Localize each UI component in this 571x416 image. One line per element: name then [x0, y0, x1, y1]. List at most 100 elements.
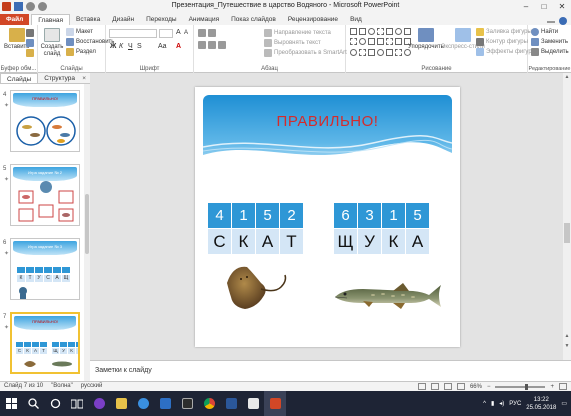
- find-icon: [531, 28, 539, 36]
- font-group-label: Шрифт: [139, 66, 160, 72]
- change-case-button[interactable]: Aa: [158, 43, 167, 50]
- select-button[interactable]: Выделить: [531, 48, 569, 56]
- edge-icon[interactable]: [132, 391, 154, 416]
- reading-view-icon[interactable]: [443, 383, 452, 390]
- align-text-icon: [264, 39, 272, 47]
- tab-outline[interactable]: Структура: [38, 73, 81, 83]
- font-name-box[interactable]: [109, 29, 157, 38]
- font-size-box[interactable]: [159, 29, 173, 38]
- copy-button[interactable]: [26, 39, 34, 47]
- scissors-icon: [26, 29, 34, 37]
- status-bar: Слайд 7 из 10 "Волна" русский 66% − +: [0, 381, 571, 391]
- file-explorer-icon[interactable]: [110, 391, 132, 416]
- tab-transitions[interactable]: Переходы: [140, 14, 183, 25]
- paste-icon: [8, 28, 25, 42]
- bullets-icon: [198, 29, 206, 37]
- tab-animation[interactable]: Анимация: [183, 14, 226, 25]
- network-icon[interactable]: ▮: [491, 400, 494, 407]
- effects-icon: [476, 48, 484, 56]
- text-direction-button[interactable]: Направление текста: [264, 29, 331, 37]
- slideshow-icon[interactable]: [456, 383, 465, 390]
- pane-close-button[interactable]: ×: [82, 73, 90, 83]
- slide-scrollbar[interactable]: ▲ ▲ ▼: [563, 73, 571, 360]
- clock[interactable]: 13:22 25.05.2018: [526, 396, 556, 412]
- replace-button[interactable]: Заменить: [531, 38, 568, 46]
- tab-view[interactable]: Вид: [344, 14, 368, 25]
- font-color-button[interactable]: A: [176, 43, 181, 50]
- volume-icon[interactable]: ◂): [499, 400, 504, 407]
- tray-expand-icon[interactable]: ^: [483, 401, 486, 407]
- minimize-button[interactable]: –: [517, 0, 535, 13]
- layout-button[interactable]: Макет: [66, 28, 93, 36]
- bold-button[interactable]: Ж: [110, 43, 116, 50]
- shadow-button[interactable]: S: [137, 43, 142, 50]
- fit-to-window-icon[interactable]: [559, 383, 567, 390]
- tab-review[interactable]: Рецензирование: [282, 14, 344, 25]
- onenote-icon[interactable]: [242, 391, 264, 416]
- tab-file[interactable]: Файл: [0, 14, 30, 25]
- minimize-ribbon-icon[interactable]: [547, 21, 555, 23]
- language-indicator-tray[interactable]: РУС: [509, 401, 521, 407]
- tab-slides[interactable]: Слайды: [0, 73, 39, 83]
- zoom-in-icon[interactable]: +: [550, 384, 554, 390]
- tab-design[interactable]: Дизайн: [106, 14, 140, 25]
- scroll-up-icon[interactable]: ▲: [563, 74, 571, 80]
- arrange-icon: [417, 28, 434, 42]
- task-view-icon[interactable]: [66, 391, 88, 416]
- cut-button[interactable]: [26, 29, 34, 37]
- cortana-icon[interactable]: [44, 391, 66, 416]
- find-button[interactable]: Найти: [531, 28, 558, 36]
- search-icon[interactable]: [22, 391, 44, 416]
- zoom-slider-knob[interactable]: [525, 383, 529, 390]
- zoom-level[interactable]: 66%: [470, 384, 482, 390]
- help-icon[interactable]: [559, 17, 567, 25]
- thumbnail-slide-7[interactable]: 7 ✦ ПРАВИЛЬНО! С К А Т Щ У К А: [2, 312, 86, 381]
- scrollbar-thumb[interactable]: [85, 194, 89, 254]
- align-text-button[interactable]: Выровнять текст: [264, 39, 321, 47]
- section-button[interactable]: Раздел: [66, 48, 96, 56]
- font-size-down-button[interactable]: A: [184, 30, 188, 36]
- close-button[interactable]: ✕: [553, 0, 571, 13]
- notes-pane[interactable]: Заметки к слайду: [90, 360, 571, 381]
- powerpoint-taskbar-icon[interactable]: [264, 391, 286, 416]
- store-icon[interactable]: [154, 391, 176, 416]
- tab-home[interactable]: Главная: [31, 14, 71, 25]
- tab-insert[interactable]: Вставка: [70, 14, 106, 25]
- previous-slide-icon[interactable]: ▲: [563, 333, 571, 339]
- word-icon[interactable]: [220, 391, 242, 416]
- underline-button[interactable]: Ч: [128, 43, 133, 50]
- tab-slideshow[interactable]: Показ слайдов: [225, 14, 282, 25]
- arrange-button[interactable]: Упорядочить: [408, 28, 444, 50]
- language-indicator[interactable]: русский: [81, 383, 103, 389]
- start-button[interactable]: [0, 391, 22, 416]
- align-buttons[interactable]: [198, 41, 226, 49]
- pane-tabs: Слайды Структура ×: [0, 73, 90, 84]
- slide-sorter-icon[interactable]: [430, 383, 439, 390]
- slide-scrollbar-thumb[interactable]: [564, 223, 570, 243]
- format-painter-button[interactable]: [26, 49, 34, 57]
- browser-icon[interactable]: [88, 391, 110, 416]
- zoom-out-icon[interactable]: −: [487, 384, 491, 390]
- font-size-up-button[interactable]: A: [176, 29, 181, 36]
- chrome-icon[interactable]: [198, 391, 220, 416]
- zoom-slider[interactable]: [495, 383, 546, 390]
- shape-fill-button[interactable]: Заливка фигуры: [476, 28, 532, 36]
- maximize-button[interactable]: □: [535, 0, 553, 13]
- shapes-gallery[interactable]: [350, 28, 411, 58]
- thumbnail-slide-5[interactable]: 5 ✦ Игра задание № 2: [2, 164, 86, 234]
- thumbnail-slide-6[interactable]: 6 ✦ Игра задание № 3 К Т У С А Щ: [2, 238, 86, 308]
- ribbon: Вставить Буфер обм... Создать слайд Маке…: [0, 25, 571, 73]
- thumbnail-slide-4[interactable]: 4 ✦ ПРАВИЛЬНО!: [2, 90, 86, 160]
- media-player-icon[interactable]: [176, 391, 198, 416]
- bullets-button[interactable]: [198, 29, 216, 37]
- shape-effects-button[interactable]: Эффекты фигур: [476, 48, 532, 56]
- current-slide[interactable]: ПРАВИЛЬНО! 4 1 5 2 С К А Т 6 3 1 5 Щ У К…: [195, 87, 460, 347]
- next-slide-icon[interactable]: ▼: [563, 343, 571, 349]
- italic-button[interactable]: К: [119, 43, 123, 50]
- smartart-button[interactable]: Преобразовать в SmartArt: [264, 49, 347, 57]
- normal-view-icon[interactable]: [417, 383, 426, 390]
- new-slide-button[interactable]: Создать слайд: [41, 28, 63, 58]
- shape-outline-button[interactable]: Контур фигуры: [476, 38, 528, 46]
- notifications-icon[interactable]: ▭: [561, 400, 567, 407]
- slide-editing-area: ПРАВИЛЬНО! 4 1 5 2 С К А Т 6 3 1 5 Щ У К…: [90, 73, 571, 360]
